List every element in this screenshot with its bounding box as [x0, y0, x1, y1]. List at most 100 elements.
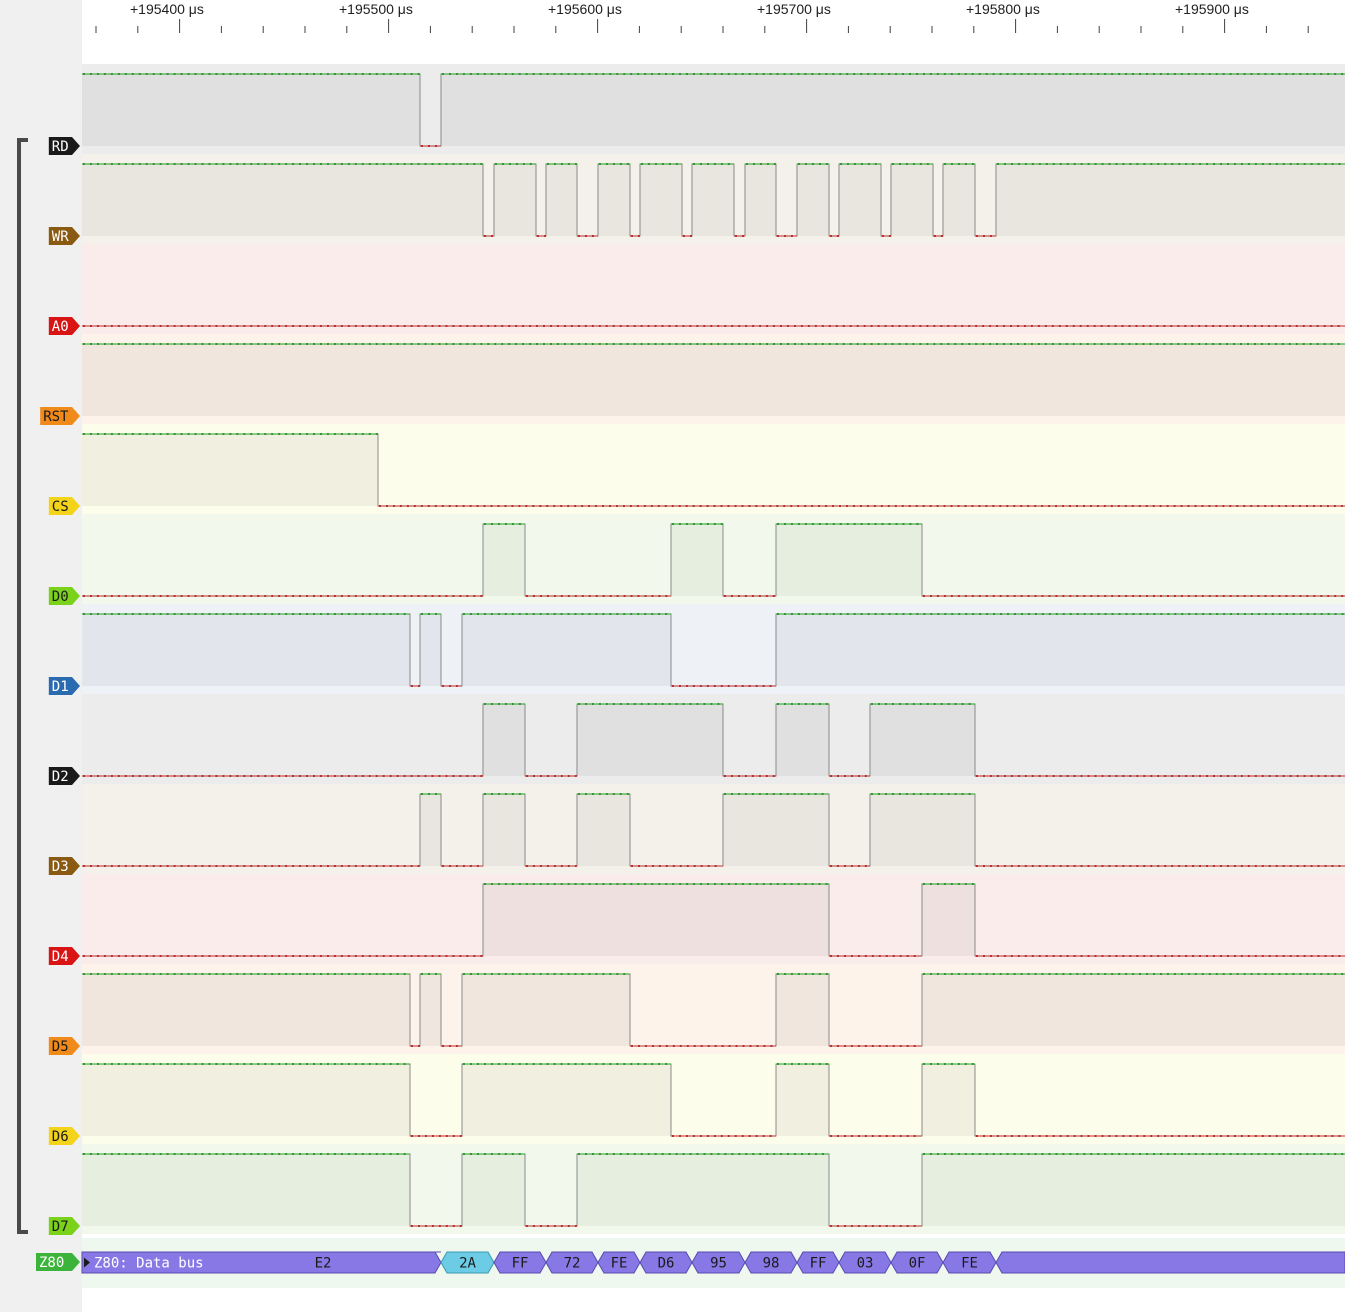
- channel-row-wr[interactable]: WR: [48, 154, 1345, 245]
- sample-dot: [996, 775, 999, 777]
- sample-dot: [442, 73, 444, 75]
- sample-dot: [194, 343, 197, 345]
- sample-dot: [375, 1063, 378, 1065]
- sample-dot: [145, 73, 148, 75]
- sample-dot: [1208, 505, 1211, 507]
- sample-dot: [1257, 505, 1260, 507]
- sample-dot: [1045, 865, 1048, 867]
- decoder-annotation[interactable]: [995, 1251, 1345, 1274]
- channel-row-d7[interactable]: D7: [48, 1144, 1345, 1235]
- sample-dot: [96, 775, 99, 777]
- channel-row-d3[interactable]: D3: [48, 784, 1345, 875]
- sample-dot: [452, 1135, 455, 1137]
- sample-dot: [857, 1045, 860, 1047]
- sample-dot: [1236, 1153, 1239, 1155]
- channel-row-rd[interactable]: RD: [48, 64, 1345, 155]
- sample-dot: [546, 883, 549, 885]
- sample-dot: [1340, 505, 1343, 507]
- sample-dot: [173, 1153, 176, 1155]
- sample-dot: [923, 973, 925, 975]
- sample-dot: [1278, 505, 1281, 507]
- channel-row-cs[interactable]: CS: [48, 424, 1345, 515]
- sample-dot: [992, 1153, 995, 1155]
- sample-dot: [881, 613, 884, 615]
- group-bracket-line[interactable]: [17, 138, 28, 1234]
- channel-row-d5[interactable]: D5: [48, 964, 1345, 1055]
- sample-dot: [1173, 1153, 1176, 1155]
- sample-dot: [884, 793, 887, 795]
- sample-dot: [1313, 1153, 1316, 1155]
- sample-dot: [581, 505, 584, 507]
- sample-dot: [857, 775, 860, 777]
- sample-dot: [1274, 343, 1277, 345]
- sample-dot: [152, 613, 155, 615]
- sample-dot: [131, 343, 134, 345]
- sample-dot: [473, 343, 476, 345]
- sample-dot: [1296, 163, 1299, 165]
- sample-dot: [588, 73, 591, 75]
- sample-dot: [1240, 865, 1243, 867]
- sample-dot: [605, 793, 608, 795]
- sample-dot: [333, 595, 336, 597]
- sample-dot: [1131, 505, 1134, 507]
- sample-dot: [913, 955, 916, 957]
- sample-dot: [103, 433, 106, 435]
- sample-dot: [626, 703, 629, 705]
- decoder-value: D6: [658, 1256, 675, 1272]
- sample-dot: [424, 1135, 427, 1137]
- sample-dot: [103, 775, 106, 777]
- sample-dot: [250, 325, 253, 327]
- sample-dot: [807, 343, 810, 345]
- sample-dot: [1327, 1153, 1330, 1155]
- sample-dot: [1199, 775, 1202, 777]
- sample-dot: [484, 235, 486, 237]
- logic-analyzer-trace-view[interactable]: +195400 μs +195500 μs +195600 μs +195700 μs…: [0, 0, 1345, 1312]
- sample-dot: [511, 1063, 514, 1065]
- sample-dot: [563, 325, 566, 327]
- channel-row-rst[interactable]: RST: [40, 334, 1345, 425]
- sample-dot: [630, 73, 633, 75]
- sample-dot: [850, 865, 853, 867]
- sample-dot: [340, 595, 343, 597]
- sample-dot: [389, 163, 392, 165]
- sample-dot: [208, 955, 211, 957]
- sample-dot: [1192, 163, 1195, 165]
- sample-dot: [427, 505, 430, 507]
- sample-dot: [912, 325, 915, 327]
- sample-dot: [257, 325, 260, 327]
- sample-dot: [1233, 343, 1236, 345]
- sample-dot: [1194, 73, 1197, 75]
- sample-dot: [651, 1063, 654, 1065]
- channel-row-a0[interactable]: A0: [48, 244, 1345, 335]
- sample-dot: [1143, 955, 1146, 957]
- sample-dot: [208, 73, 211, 75]
- sample-dot: [631, 865, 633, 867]
- sample-dot: [441, 505, 444, 507]
- sample-dot: [578, 235, 580, 237]
- sample-dot: [490, 793, 493, 795]
- sample-dot: [874, 613, 877, 615]
- channel-row-d2[interactable]: D2: [48, 694, 1345, 785]
- sample-dot: [1341, 1153, 1344, 1155]
- sample-dot: [1093, 343, 1096, 345]
- channel-row-d4[interactable]: D4: [48, 874, 1345, 965]
- sample-dot: [878, 1135, 881, 1137]
- sample-dot: [438, 1225, 441, 1227]
- sample-dot: [578, 793, 580, 795]
- channel-row-d1[interactable]: D1: [48, 604, 1345, 695]
- sample-dot: [313, 865, 316, 867]
- sample-dot: [515, 343, 518, 345]
- sample-dot: [874, 523, 877, 525]
- channel-row-d6[interactable]: D6: [48, 1054, 1345, 1145]
- sample-dot: [1275, 775, 1278, 777]
- channel-row-d0[interactable]: D0: [48, 514, 1345, 605]
- sample-dot: [420, 505, 423, 507]
- channel-group-bracket[interactable]: [17, 138, 28, 1234]
- sample-dot: [257, 1153, 260, 1155]
- sample-dot: [818, 163, 821, 165]
- sample-dot: [581, 595, 584, 597]
- sample-dot: [166, 1063, 169, 1065]
- sample-dot: [637, 1063, 640, 1065]
- sample-dot: [1275, 865, 1278, 867]
- sample-dot: [1150, 775, 1153, 777]
